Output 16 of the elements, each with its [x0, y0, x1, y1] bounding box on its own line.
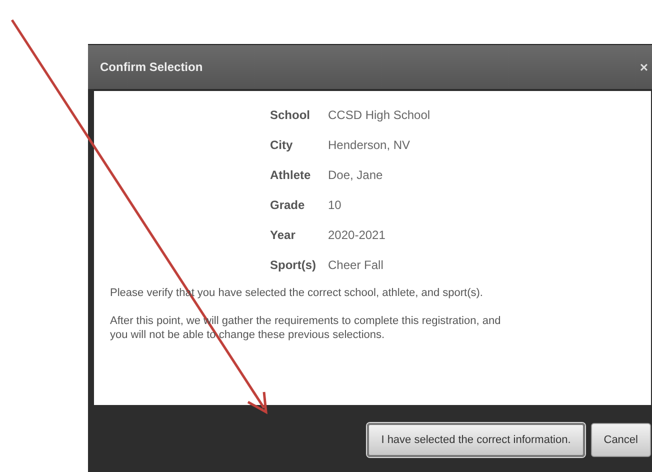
- detail-label: Grade: [270, 197, 306, 214]
- detail-label: Sport(s): [270, 257, 316, 274]
- detail-label: Athlete: [270, 167, 312, 184]
- detail-label: Year: [270, 227, 296, 244]
- detail-value: Doe, Jane: [328, 167, 384, 184]
- close-button[interactable]: ×: [640, 59, 648, 75]
- dialog-title: Confirm Selection: [100, 60, 203, 74]
- detail-value: Henderson, NV: [328, 137, 412, 154]
- detail-label: School: [270, 107, 312, 124]
- detail-label: City: [270, 137, 294, 154]
- detail-value: 10: [328, 197, 342, 214]
- detail-value: 2020-2021: [328, 227, 386, 244]
- cancel-button[interactable]: Cancel: [590, 423, 651, 457]
- detail-value: Cheer Fall: [328, 257, 384, 274]
- confirm-button[interactable]: I have selected the correct information.: [367, 423, 585, 457]
- detail-value: CCSD High School: [328, 107, 430, 124]
